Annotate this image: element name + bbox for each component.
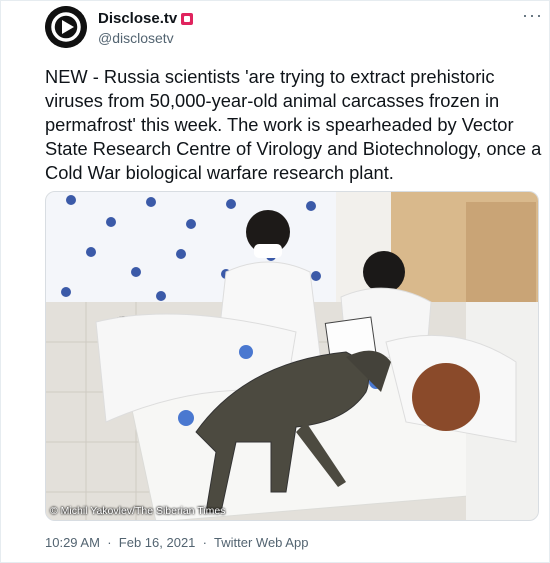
- photo-credit: © Michil Yakovlev/The Siberian Times: [50, 505, 226, 517]
- lab-scene-image: [46, 192, 538, 520]
- tweet-card: Disclose.tv @disclosetv ··· NEW - Russia…: [0, 0, 550, 563]
- display-name[interactable]: Disclose.tv: [98, 10, 177, 27]
- tweet-source[interactable]: Twitter Web App: [214, 535, 308, 550]
- user-handle[interactable]: @disclosetv: [98, 30, 174, 46]
- author-name-row[interactable]: Disclose.tv: [98, 10, 194, 27]
- tweet-text: NEW - Russia scientists 'are trying to e…: [45, 66, 542, 183]
- avatar[interactable]: [45, 6, 87, 48]
- tweet-date[interactable]: Feb 16, 2021: [119, 535, 196, 550]
- meta-separator: ·: [107, 535, 112, 550]
- tweet-meta: 10:29 AM · Feb 16, 2021 · Twitter Web Ap…: [45, 535, 308, 550]
- tweet-photo[interactable]: © Michil Yakovlev/The Siberian Times: [45, 191, 539, 521]
- more-options-icon[interactable]: ···: [522, 6, 542, 25]
- tweet-time[interactable]: 10:29 AM: [45, 535, 100, 550]
- flag-badge-icon: [181, 12, 194, 25]
- play-logo-icon: [45, 6, 87, 48]
- meta-separator-2: ·: [202, 535, 207, 550]
